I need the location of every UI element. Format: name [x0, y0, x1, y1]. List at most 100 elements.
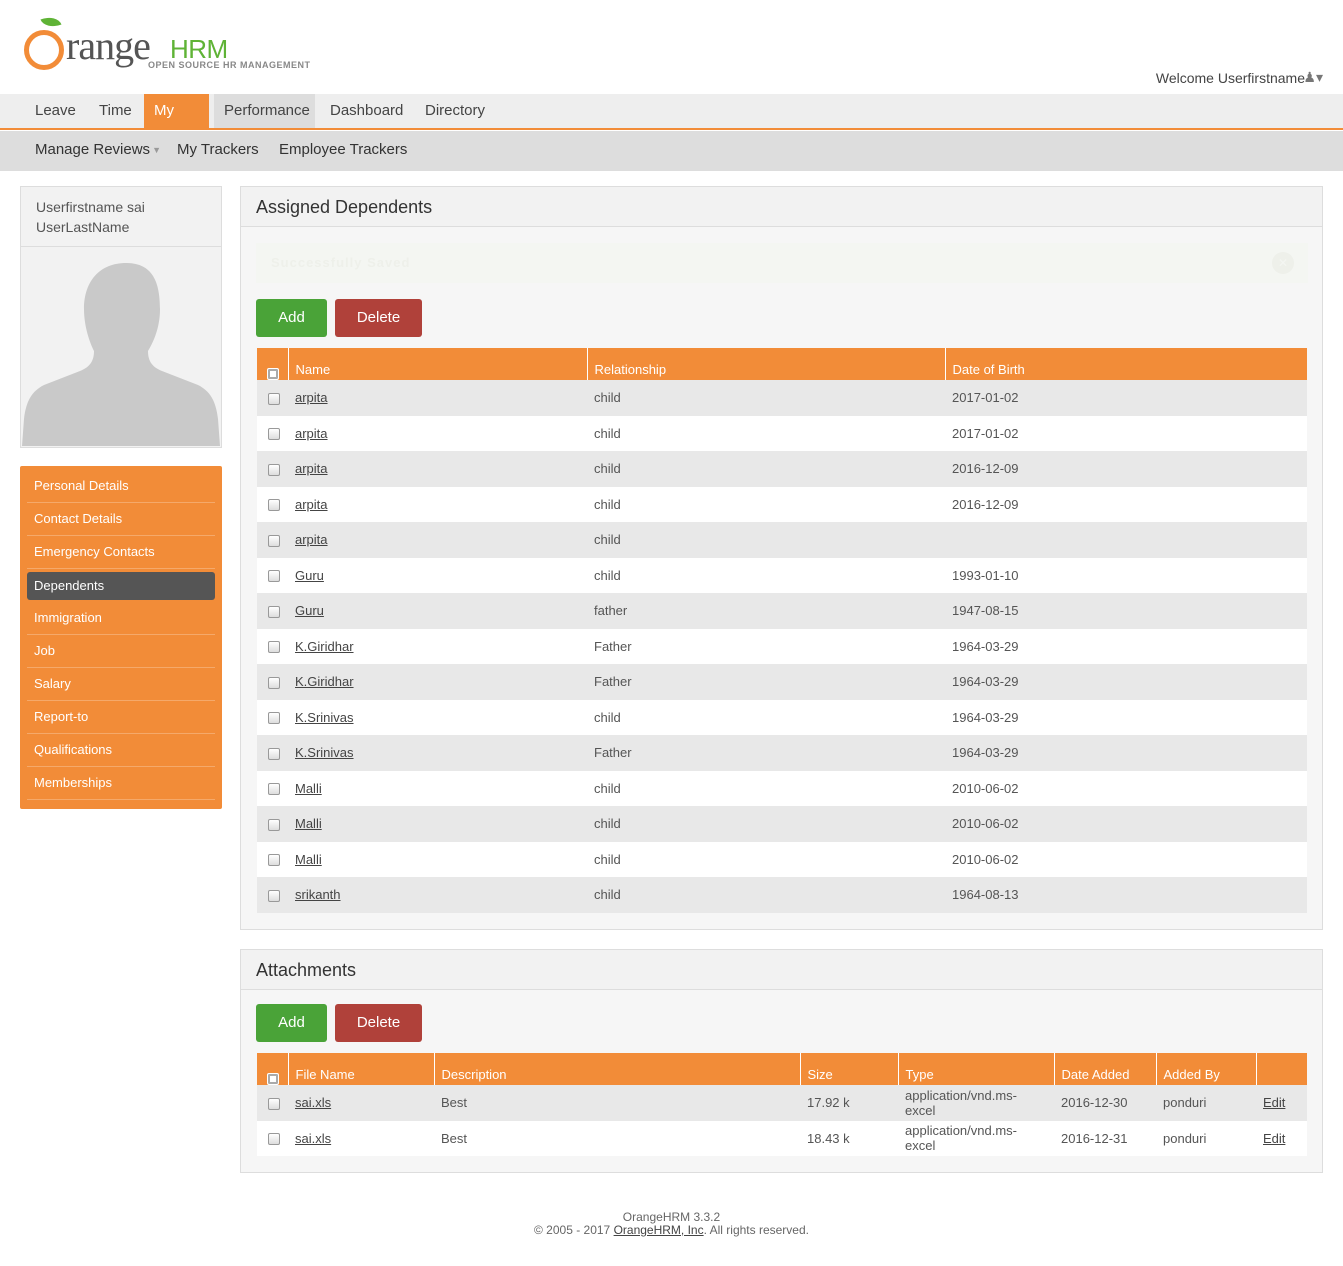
dependent-name-link[interactable]: K.Giridhar	[295, 674, 354, 689]
action-cell: Edit	[1256, 1120, 1307, 1156]
delete-dependent-button[interactable]: Delete	[335, 299, 422, 337]
dob-cell: 2016-12-09	[945, 486, 1307, 522]
dob-cell: 1964-03-29	[945, 664, 1307, 700]
name-cell: Guru	[288, 593, 587, 629]
dob-cell: 1964-03-29	[945, 699, 1307, 735]
sidemenu-emergency-contacts[interactable]: Emergency Contacts	[27, 536, 215, 569]
profile-box: Userfirstname sai UserLastName	[20, 186, 222, 448]
logo-tagline: OPEN SOURCE HR MANAGEMENT	[148, 60, 311, 70]
size-cell: 18.43 k	[800, 1120, 898, 1156]
relationship-cell: child	[587, 806, 945, 842]
dependent-name-link[interactable]: arpita	[295, 390, 328, 405]
row-checkbox[interactable]	[267, 605, 280, 618]
row-checkbox[interactable]	[267, 676, 280, 689]
row-checkbox-cell	[257, 1120, 288, 1156]
dependent-name-link[interactable]: arpita	[295, 461, 328, 476]
sidemenu-memberships[interactable]: Memberships	[27, 767, 215, 800]
type-cell: application/vnd.ms-excel	[898, 1120, 1054, 1156]
add-attachment-button[interactable]: Add	[256, 1004, 327, 1042]
edit-link[interactable]: Edit	[1263, 1095, 1285, 1110]
sidemenu-personal-details[interactable]: Personal Details	[27, 470, 215, 503]
nav-performance[interactable]: Performance	[214, 94, 315, 128]
dependent-name-link[interactable]: arpita	[295, 426, 328, 441]
row-checkbox[interactable]	[267, 499, 280, 512]
subnav-manage-reviews[interactable]: Manage Reviews ▼	[35, 131, 161, 171]
dependent-name-link[interactable]: Guru	[295, 568, 324, 583]
dependent-name-link[interactable]: K.Giridhar	[295, 639, 354, 654]
row-checkbox[interactable]	[267, 783, 280, 796]
dependent-name-link[interactable]: arpita	[295, 532, 328, 547]
dob-cell: 2016-12-09	[945, 451, 1307, 487]
nav-my-info[interactable]: My Info	[144, 94, 209, 153]
row-checkbox[interactable]	[267, 570, 280, 583]
row-checkbox-cell	[257, 557, 288, 593]
dependent-name-link[interactable]: srikanth	[295, 887, 341, 902]
sidemenu-qualifications[interactable]: Qualifications	[27, 734, 215, 767]
sidemenu-job[interactable]: Job	[27, 635, 215, 668]
dependent-name-link[interactable]: K.Srinivas	[295, 710, 354, 725]
row-checkbox[interactable]	[267, 641, 280, 654]
name-cell: arpita	[288, 486, 587, 522]
dependent-name-link[interactable]: K.Srinivas	[295, 745, 354, 760]
header: range HRM OPEN SOURCE HR MANAGEMENT Welc…	[0, 0, 1343, 95]
subnav-my-trackers[interactable]: My Trackers	[177, 131, 259, 171]
sidemenu-contact-details[interactable]: Contact Details	[27, 503, 215, 536]
profile-name-first: Userfirstname sai	[36, 199, 145, 215]
dob-cell: 2010-06-02	[945, 770, 1307, 806]
row-checkbox[interactable]	[267, 712, 280, 725]
sidemenu-dependents[interactable]: Dependents	[27, 572, 215, 600]
table-row: arpita child 2016-12-09	[257, 451, 1307, 487]
welcome-link[interactable]: Welcome Userfirstname	[1156, 70, 1305, 86]
select-all-cell	[257, 348, 289, 380]
row-checkbox[interactable]	[267, 1097, 280, 1110]
orangehrm-logo[interactable]: range HRM OPEN SOURCE HR MANAGEMENT	[24, 12, 314, 72]
relationship-cell: child	[587, 451, 945, 487]
row-checkbox[interactable]	[267, 889, 280, 902]
sidemenu-immigration[interactable]: Immigration	[27, 602, 215, 635]
relationship-cell: Father	[587, 628, 945, 664]
user-icon[interactable]: ♟▾	[1303, 69, 1323, 86]
row-checkbox[interactable]	[267, 392, 280, 405]
row-checkbox[interactable]	[267, 747, 280, 760]
table-row: Guru child 1993-01-10	[257, 557, 1307, 593]
relationship-cell: child	[587, 770, 945, 806]
sidemenu-salary[interactable]: Salary	[27, 668, 215, 701]
company-link[interactable]: OrangeHRM, Inc	[614, 1223, 704, 1237]
table-row: Guru father 1947-08-15	[257, 593, 1307, 629]
select-all-checkbox[interactable]	[267, 367, 280, 380]
row-checkbox-cell	[257, 735, 288, 771]
add-dependent-button[interactable]: Add	[256, 299, 327, 337]
nav-time[interactable]: Time	[89, 94, 142, 128]
delete-attachment-button[interactable]: Delete	[335, 1004, 422, 1042]
table-row: arpita child 2016-12-09	[257, 486, 1307, 522]
table-row: arpita child	[257, 522, 1307, 558]
side-menu: Personal Details Contact Details Emergen…	[20, 466, 222, 809]
row-checkbox[interactable]	[267, 818, 280, 831]
sidemenu-report-to[interactable]: Report-to	[27, 701, 215, 734]
file-name-link[interactable]: sai.xls	[295, 1095, 331, 1110]
profile-photo[interactable]	[22, 247, 220, 446]
row-checkbox[interactable]	[267, 534, 280, 547]
table-row: Malli child 2010-06-02	[257, 806, 1307, 842]
row-checkbox[interactable]	[267, 854, 280, 867]
row-checkbox-cell	[257, 486, 288, 522]
row-checkbox[interactable]	[267, 463, 280, 476]
name-cell: Malli	[288, 841, 587, 877]
dependents-title: Assigned Dependents	[241, 187, 1322, 227]
close-icon[interactable]: ✕	[1272, 252, 1294, 274]
nav-leave[interactable]: Leave	[25, 94, 86, 128]
subnav-employee-trackers[interactable]: Employee Trackers	[279, 131, 407, 171]
file-name-link[interactable]: sai.xls	[295, 1131, 331, 1146]
dependent-name-link[interactable]: Malli	[295, 781, 322, 796]
nav-directory[interactable]: Directory	[415, 94, 495, 128]
row-checkbox[interactable]	[267, 428, 280, 441]
dependent-name-link[interactable]: Guru	[295, 603, 324, 618]
dependent-name-link[interactable]: Malli	[295, 816, 322, 831]
edit-link[interactable]: Edit	[1263, 1131, 1285, 1146]
select-all-attachments-checkbox[interactable]	[267, 1072, 280, 1085]
nav-dashboard[interactable]: Dashboard	[320, 94, 413, 128]
dependent-name-link[interactable]: Malli	[295, 852, 322, 867]
copyright-prefix: © 2005 - 2017	[534, 1223, 614, 1237]
dependent-name-link[interactable]: arpita	[295, 497, 328, 512]
row-checkbox[interactable]	[267, 1133, 280, 1146]
